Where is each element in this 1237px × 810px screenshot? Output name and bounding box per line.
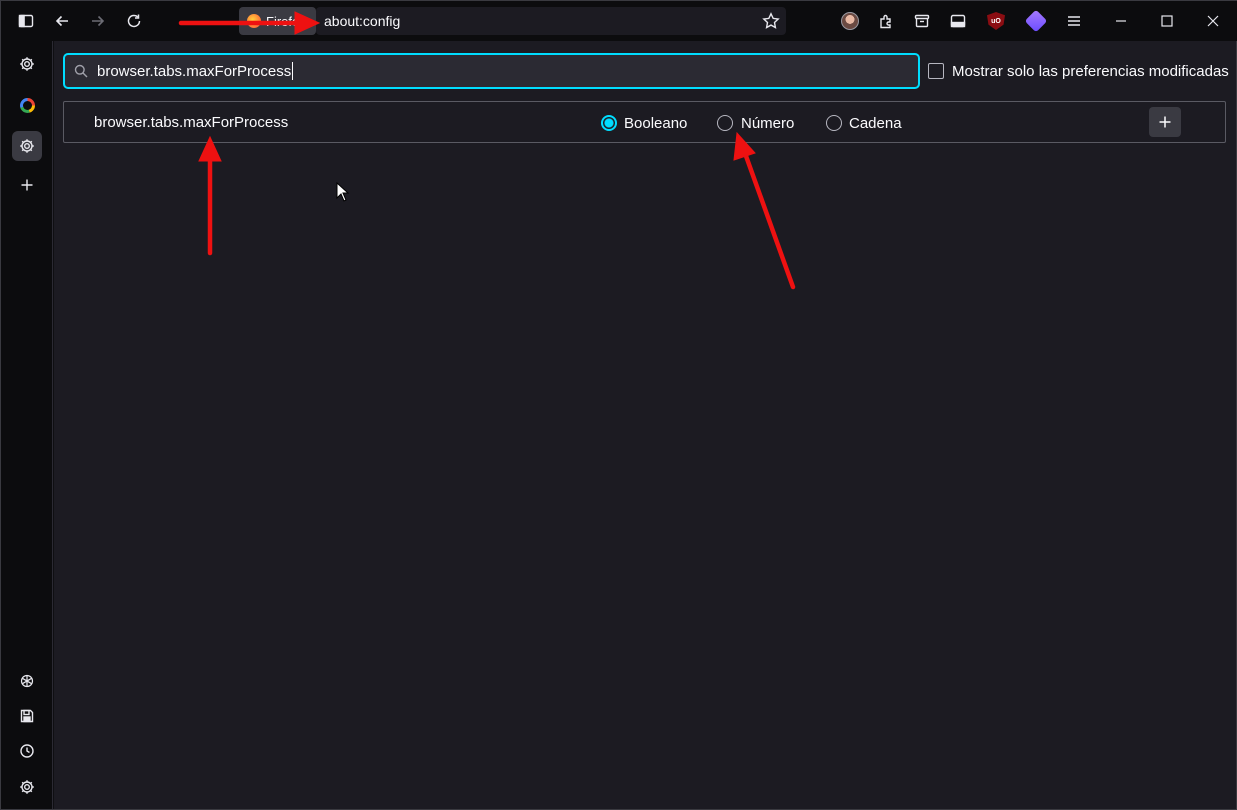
pref-name: browser.tabs.maxForProcess	[94, 114, 289, 131]
close-icon[interactable]	[1199, 7, 1227, 35]
history-icon[interactable]	[12, 736, 42, 766]
minimize-icon[interactable]	[1107, 7, 1135, 35]
save-icon[interactable]	[12, 701, 42, 731]
plus-icon	[1159, 116, 1171, 128]
sidebar-toggle-icon[interactable]	[12, 7, 40, 35]
navigation-toolbar: Firefox about:config uO	[1, 1, 1237, 41]
new-pref-row: browser.tabs.maxForProcess Booleano Núme…	[63, 101, 1226, 143]
google-icon[interactable]	[12, 90, 42, 120]
account-avatar-icon[interactable]	[841, 12, 859, 30]
add-icon[interactable]	[12, 170, 42, 200]
search-icon	[74, 64, 88, 78]
type-number-label[interactable]: Número	[741, 115, 794, 132]
search-input[interactable]: browser.tabs.maxForProcess	[63, 53, 920, 89]
forward-icon[interactable]	[84, 7, 112, 35]
firefox-icon	[247, 14, 261, 28]
add-pref-button[interactable]	[1149, 107, 1181, 137]
gear-icon[interactable]	[12, 772, 42, 802]
pocket-icon[interactable]	[908, 7, 936, 35]
gem-extension-icon[interactable]	[1024, 9, 1048, 33]
tab-firefox[interactable]: Firefox	[239, 7, 316, 35]
search-value: browser.tabs.maxForProcess	[97, 62, 292, 80]
tab-label: Firefox	[266, 13, 306, 29]
reload-icon[interactable]	[120, 7, 148, 35]
url-bar[interactable]: about:config	[316, 7, 786, 35]
about-config-page: browser.tabs.maxForProcess Mostrar solo …	[54, 41, 1236, 809]
maximize-icon[interactable]	[1153, 7, 1181, 35]
modified-only-checkbox[interactable]	[928, 63, 944, 79]
back-icon[interactable]	[48, 7, 76, 35]
reader-view-icon[interactable]	[944, 7, 972, 35]
menu-icon[interactable]	[1060, 7, 1088, 35]
settings-icon[interactable]	[12, 49, 42, 79]
bookmark-star-icon[interactable]	[762, 12, 780, 30]
chatgpt-icon[interactable]	[12, 666, 42, 696]
type-number-radio[interactable]	[717, 115, 733, 131]
type-string-radio[interactable]	[826, 115, 842, 131]
text-caret	[292, 62, 294, 80]
sidebar	[1, 41, 53, 809]
extensions-icon[interactable]	[872, 7, 900, 35]
modified-only-label: Mostrar solo las preferencias modificada…	[952, 63, 1229, 80]
settings-icon-active[interactable]	[12, 131, 42, 161]
type-boolean-radio[interactable]	[601, 115, 617, 131]
type-boolean-label[interactable]: Booleano	[624, 115, 687, 132]
browser-window: Firefox about:config uO browser.tabs.max…	[0, 0, 1237, 810]
mouse-cursor-icon	[336, 182, 350, 202]
url-text: about:config	[324, 13, 401, 29]
ublock-icon[interactable]: uO	[987, 12, 1005, 30]
type-string-label[interactable]: Cadena	[849, 115, 902, 132]
